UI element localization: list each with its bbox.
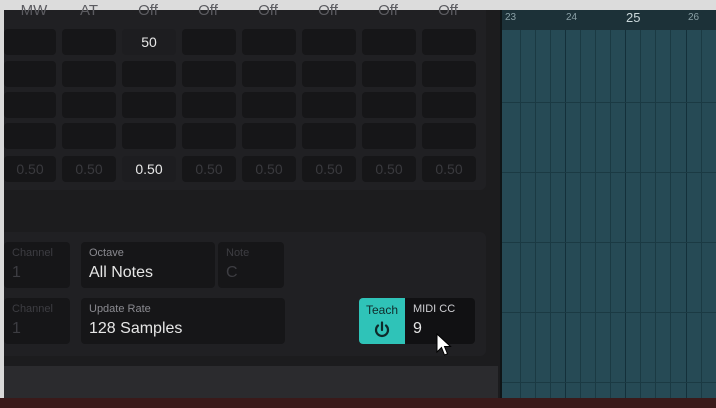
column-header-at: AT: [79, 2, 99, 19]
note-label: Note: [226, 247, 250, 259]
grid-cell[interactable]: [62, 29, 116, 55]
channel-label: Channel: [12, 303, 53, 315]
grid-cell[interactable]: [362, 92, 416, 118]
timeline-ruler[interactable]: 23 24 25 26: [502, 10, 716, 30]
channel-value: 1: [12, 264, 21, 281]
ruler-marker: 26: [688, 12, 700, 23]
teach-button[interactable]: Teach: [359, 298, 405, 344]
grid-cell-value[interactable]: 0.50: [122, 156, 176, 182]
grid-cell[interactable]: [4, 123, 56, 149]
grid-cell-value[interactable]: 0.50: [302, 156, 356, 182]
grid-cell[interactable]: [182, 92, 236, 118]
column-header-8: Off: [438, 2, 458, 19]
update-rate-field[interactable]: Update Rate 128 Samples: [81, 298, 285, 344]
column-header-7: Off: [378, 2, 398, 19]
grid-cell[interactable]: [422, 123, 476, 149]
grid-cell[interactable]: [122, 61, 176, 87]
ruler-marker: 24: [566, 12, 578, 23]
grid-cell[interactable]: [62, 123, 116, 149]
grid-cell[interactable]: [122, 92, 176, 118]
arrangement-timeline[interactable]: 23 24 25 26: [502, 10, 716, 408]
grid-cell[interactable]: [242, 92, 296, 118]
grid-cell[interactable]: [242, 123, 296, 149]
grid-cell[interactable]: [4, 29, 56, 55]
channel-label: Channel: [12, 247, 53, 259]
grid-cell[interactable]: [122, 123, 176, 149]
grid-cell[interactable]: [362, 29, 416, 55]
grid-cell-value[interactable]: 0.50: [362, 156, 416, 182]
grid-cell[interactable]: [4, 61, 56, 87]
grid-cell[interactable]: [62, 61, 116, 87]
grid-cell-value[interactable]: 0.50: [4, 156, 56, 182]
grid-cell[interactable]: [302, 61, 356, 87]
octave-label: Octave: [89, 247, 124, 259]
octave-field[interactable]: Octave All Notes: [81, 242, 215, 288]
octave-value: All Notes: [89, 264, 154, 281]
grid-cell[interactable]: [422, 61, 476, 87]
grid-cell-value[interactable]: 0.50: [182, 156, 236, 182]
channel-field-2[interactable]: Channel 1: [4, 298, 70, 344]
update-rate-label: Update Rate: [89, 303, 151, 315]
column-header-5: Off: [258, 2, 278, 19]
ruler-marker: 25: [626, 10, 641, 25]
grid-cell[interactable]: [362, 61, 416, 87]
teach-label: Teach: [365, 303, 399, 317]
power-icon: [374, 321, 390, 337]
column-header-6: Off: [318, 2, 338, 19]
grid-cell[interactable]: [182, 61, 236, 87]
mouse-cursor-icon: [436, 333, 452, 356]
grid-cell-value[interactable]: 0.50: [422, 156, 476, 182]
update-rate-value: 128 Samples: [89, 320, 183, 337]
grid-cell[interactable]: [422, 92, 476, 118]
grid-cell[interactable]: [422, 29, 476, 55]
grid-cell[interactable]: [182, 29, 236, 55]
ruler-marker: 23: [505, 12, 517, 23]
grid-cell[interactable]: [62, 92, 116, 118]
bottom-strip: [0, 398, 716, 408]
grid-cell-value[interactable]: 0.50: [62, 156, 116, 182]
channel-field-1[interactable]: Channel 1: [4, 242, 70, 288]
grid-cell[interactable]: [362, 123, 416, 149]
column-header-4: Off: [198, 2, 218, 19]
grid-cell[interactable]: [302, 123, 356, 149]
midi-cc-label: MIDI CC: [413, 303, 456, 315]
grid-cell[interactable]: [242, 61, 296, 87]
grid-cell[interactable]: [302, 92, 356, 118]
grid-cell[interactable]: [182, 123, 236, 149]
note-field[interactable]: Note C: [218, 242, 284, 288]
grid-cell[interactable]: [242, 29, 296, 55]
grid-cell-value[interactable]: 50: [122, 29, 176, 55]
note-value: C: [226, 264, 238, 281]
column-header-mw: MW: [20, 2, 48, 19]
grid-cell[interactable]: [4, 92, 56, 118]
panel-footer: [4, 366, 498, 398]
column-header-3: Off: [138, 2, 158, 19]
grid-cell[interactable]: [302, 29, 356, 55]
midi-cc-value: 9: [413, 320, 422, 337]
grid-cell-value[interactable]: 0.50: [242, 156, 296, 182]
modulation-grid: MW AT Off Off Off Off Off Off 50 0.50 0.…: [4, 2, 486, 190]
channel-value: 1: [12, 320, 21, 337]
